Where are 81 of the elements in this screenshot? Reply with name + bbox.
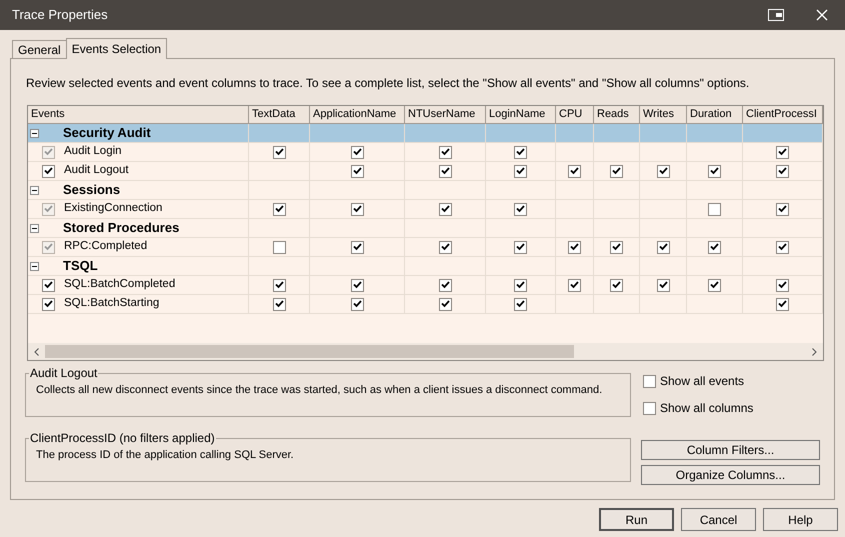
instructions-text: Review selected events and event columns to trace. To see a complete list, select the "Show all events" and "Show all columns" options. — [26, 75, 750, 92]
event-name: Audit Logout — [64, 163, 129, 178]
close-icon — [816, 9, 828, 21]
table-cell — [594, 200, 640, 219]
checkbox[interactable] — [568, 164, 581, 178]
collapse-icon[interactable] — [30, 262, 39, 270]
event-name: RPC:Completed — [64, 239, 148, 254]
column-header[interactable]: NTUserName — [405, 106, 486, 124]
collapse-icon[interactable] — [30, 128, 39, 138]
checkbox[interactable] — [350, 298, 364, 310]
checkbox[interactable] — [42, 164, 55, 178]
checkbox[interactable] — [514, 278, 527, 292]
table-cell — [640, 124, 687, 143]
horizontal-scrollbar[interactable] — [28, 343, 823, 360]
checkbox[interactable] — [776, 298, 789, 310]
checkbox[interactable] — [350, 164, 364, 178]
group-name: Sessions — [63, 181, 120, 200]
checkbox[interactable] — [350, 278, 364, 292]
event-name: ExistingConnection — [64, 201, 162, 216]
checkbox-label: Show all columns — [660, 400, 754, 417]
window-title: Trace Properties — [12, 6, 108, 24]
group-row[interactable]: Security Audit — [28, 124, 823, 143]
button[interactable]: Column Filters... — [641, 440, 820, 460]
table-cell — [556, 124, 594, 143]
button[interactable]: Cancel — [681, 508, 756, 531]
column-header[interactable]: ClientProcessI — [743, 106, 823, 124]
group-row[interactable]: Stored Procedures — [28, 219, 823, 238]
group-row[interactable]: TSQL — [28, 257, 823, 276]
column-header[interactable]: Duration — [687, 106, 743, 124]
checkbox[interactable] — [708, 164, 721, 178]
group-title: ClientProcessID (no filters applied) — [29, 430, 216, 447]
checkbox[interactable] — [776, 278, 789, 292]
checkbox[interactable] — [272, 298, 286, 310]
event-name: SQL:BatchStarting — [64, 296, 160, 312]
checkbox[interactable] — [438, 164, 452, 178]
group-name: Stored Procedures — [63, 219, 180, 238]
window-snap-icon — [768, 9, 784, 21]
column-header[interactable]: Writes — [640, 106, 687, 124]
column-header[interactable]: TextData — [249, 106, 310, 124]
scrollbar-thumb[interactable] — [45, 345, 574, 358]
table-cell — [594, 124, 640, 143]
button[interactable]: Organize Columns... — [641, 465, 820, 485]
checkbox[interactable] — [438, 278, 452, 292]
button[interactable]: Help — [763, 508, 838, 531]
checkbox[interactable] — [514, 164, 527, 178]
checkbox[interactable] — [42, 298, 55, 310]
checkbox[interactable] — [656, 278, 670, 292]
checkbox[interactable] — [643, 374, 656, 388]
scroll-right-icon[interactable] — [812, 348, 817, 356]
description-text: The process ID of the application calling SQL Server. — [36, 448, 295, 463]
description-text: Collects all new disconnect events since the trace was started, such as when a client issues a disconnect command. — [36, 383, 604, 398]
checkbox[interactable] — [643, 402, 656, 414]
tab[interactable]: General — [12, 40, 66, 58]
collapse-icon[interactable] — [30, 224, 39, 232]
checkbox[interactable] — [568, 278, 581, 292]
checkbox[interactable] — [656, 164, 670, 178]
button[interactable]: Run — [599, 508, 674, 531]
group-title: Audit Logout — [29, 365, 98, 382]
checkbox[interactable] — [776, 164, 789, 178]
column-header[interactable]: CPU — [556, 106, 594, 124]
column-header[interactable]: Reads — [594, 106, 640, 124]
checkbox[interactable] — [708, 278, 721, 292]
group-name: TSQL — [63, 257, 98, 276]
column-header[interactable]: ApplicationName — [310, 106, 405, 124]
checkbox[interactable] — [514, 298, 527, 310]
checkbox[interactable] — [610, 278, 623, 292]
checkbox[interactable] — [610, 164, 623, 178]
checkbox[interactable] — [438, 298, 452, 310]
table-cell — [687, 124, 743, 143]
checkbox-label: Show all events — [660, 373, 744, 390]
column-header[interactable]: LoginName — [486, 106, 556, 124]
group-name: Security Audit — [63, 124, 151, 142]
column-header[interactable]: Events — [28, 106, 249, 124]
event-name: Audit Login — [64, 144, 122, 160]
group-row[interactable]: Sessions — [28, 181, 823, 200]
tab[interactable]: Events Selection — [66, 38, 168, 59]
checkbox[interactable] — [42, 278, 55, 292]
collapse-icon[interactable] — [30, 186, 39, 194]
checkbox[interactable] — [272, 278, 286, 292]
scroll-left-icon[interactable] — [34, 348, 39, 356]
event-name: SQL:BatchCompleted — [64, 277, 176, 292]
